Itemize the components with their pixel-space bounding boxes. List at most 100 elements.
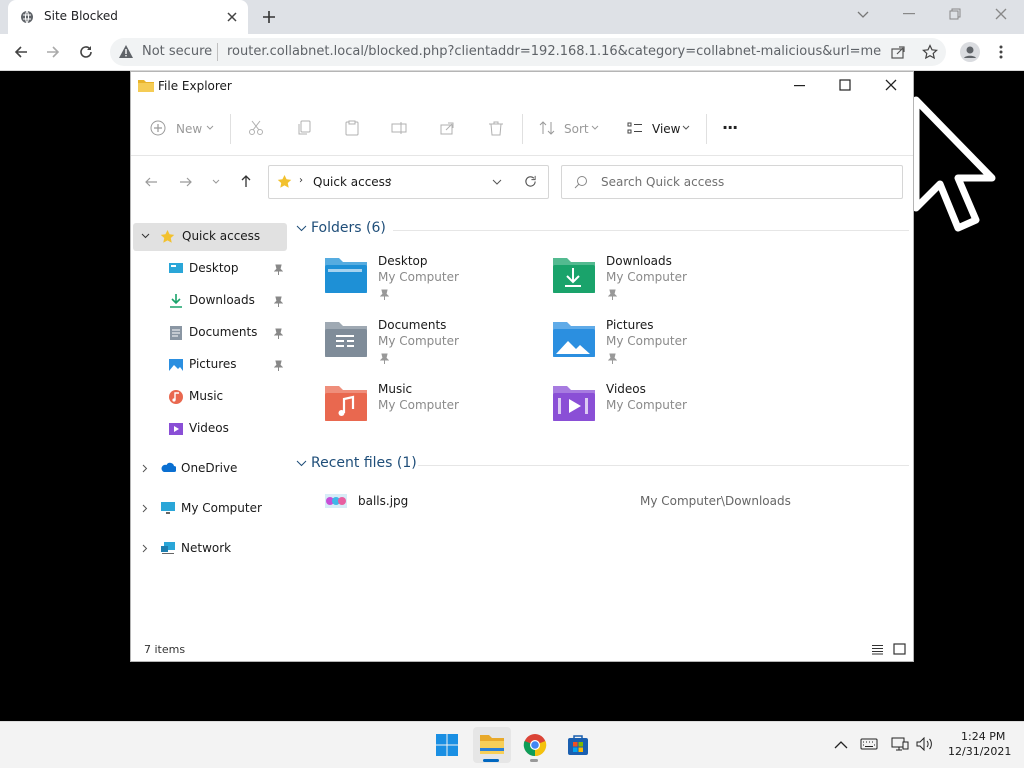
sort-button[interactable]: Sort [564, 122, 589, 136]
close-icon[interactable] [885, 79, 897, 91]
minimize-icon[interactable] [794, 85, 806, 87]
folder-tile-desktop[interactable]: Desktop My Computer [324, 252, 534, 310]
tab-close-icon[interactable] [226, 11, 238, 23]
sidebar-item-label: Desktop [189, 261, 239, 275]
warning-icon[interactable] [118, 44, 134, 59]
window-close-icon[interactable] [995, 8, 1007, 20]
copy-icon[interactable] [297, 120, 313, 136]
pin-icon [274, 328, 283, 339]
back-arrow-icon[interactable] [144, 175, 158, 189]
sidebar-item-desktop[interactable]: Desktop [133, 254, 287, 282]
refresh-icon[interactable] [524, 175, 537, 188]
sidebar-label: Quick access [182, 229, 261, 243]
sort-icon[interactable] [539, 121, 555, 135]
minimize-icon[interactable] [903, 13, 915, 15]
expand-chevron-right-icon[interactable] [142, 504, 148, 513]
folders-header[interactable]: Folders (6) [311, 220, 386, 236]
maximize-icon[interactable] [839, 79, 851, 91]
clock-date[interactable]: 12/31/2021 [948, 745, 1011, 758]
folder-tile-videos[interactable]: Videos My Computer [552, 380, 762, 438]
restore-icon[interactable] [949, 8, 961, 20]
folder-tile-downloads[interactable]: Downloads My Computer [552, 252, 762, 310]
forward-arrow-icon[interactable] [179, 175, 193, 189]
folder-tile-documents[interactable]: Documents My Computer [324, 316, 534, 374]
breadcrumb-quick-access[interactable]: Quick access [313, 175, 391, 189]
expand-chevron-right-icon[interactable] [142, 544, 148, 553]
videos-icon [169, 423, 183, 435]
sidebar-item-my-computer[interactable]: My Computer [181, 501, 262, 515]
recent-file-row[interactable]: balls.jpg My Computer\Downloads [321, 488, 909, 516]
search-placeholder[interactable]: Search Quick access [601, 175, 724, 189]
folder-name: Documents [378, 318, 447, 332]
more-options-button[interactable]: ··· [722, 118, 738, 137]
address-bar[interactable] [268, 165, 549, 199]
desktop-folder-icon [325, 258, 367, 293]
recent-locations-chevron-icon[interactable] [212, 179, 220, 185]
music-folder-icon [325, 386, 367, 421]
volume-icon[interactable] [916, 737, 934, 751]
sidebar-item-pictures[interactable]: Pictures [133, 350, 287, 378]
store-icon[interactable] [566, 733, 590, 757]
menu-kebab-icon[interactable] [998, 44, 1004, 60]
new-plus-icon[interactable] [150, 120, 166, 136]
image-file-thumbnail-icon [325, 494, 347, 508]
bookmark-star-icon[interactable] [922, 44, 938, 60]
sidebar-item-network[interactable]: Network [181, 541, 231, 555]
network-status-icon[interactable] [891, 736, 909, 752]
url-text[interactable]: router.collabnet.local/blocked.php?clien… [227, 44, 882, 59]
profile-avatar-icon[interactable] [959, 41, 981, 63]
sidebar-item-music[interactable]: Music [133, 382, 287, 410]
browser-tab[interactable]: Site Blocked [8, 0, 248, 34]
back-arrow-icon[interactable] [13, 44, 29, 60]
divider [393, 230, 909, 231]
large-icons-view-icon[interactable] [893, 643, 906, 655]
folder-tile-music[interactable]: Music My Computer [324, 380, 534, 438]
paste-icon[interactable] [344, 120, 360, 136]
recent-files-header[interactable]: Recent files (1) [311, 455, 417, 471]
sidebar-item-videos[interactable]: Videos [133, 414, 287, 442]
running-app-indicator [530, 759, 538, 762]
pin-icon [608, 289, 617, 300]
tab-search-icon[interactable] [856, 9, 870, 19]
section-collapse-chevron-icon[interactable] [296, 225, 307, 232]
sidebar-item-onedrive[interactable]: OneDrive [181, 461, 237, 475]
chevron-down-icon [591, 125, 599, 130]
sidebar-item-label: Videos [189, 421, 229, 435]
desktop-icon [169, 263, 183, 273]
expand-chevron-right-icon[interactable] [142, 464, 148, 473]
share-icon[interactable] [439, 120, 455, 136]
new-tab-icon[interactable] [262, 10, 276, 24]
view-button[interactable]: View [652, 122, 680, 136]
reload-icon[interactable] [78, 44, 94, 60]
file-explorer-icon [480, 735, 504, 754]
share-icon[interactable] [890, 44, 906, 60]
clock-time[interactable]: 1:24 PM [961, 730, 1005, 743]
forward-arrow-icon[interactable] [45, 44, 61, 60]
onedrive-cloud-icon [161, 462, 176, 472]
start-windows-icon[interactable] [435, 733, 459, 757]
sidebar-item-label: Pictures [189, 357, 237, 371]
new-button[interactable]: New [176, 122, 202, 136]
active-app-indicator [483, 759, 499, 762]
tray-overflow-chevron-up-icon[interactable] [834, 740, 848, 749]
divider [230, 114, 231, 144]
cut-icon[interactable] [248, 120, 264, 136]
keyboard-icon[interactable] [860, 738, 878, 750]
chevron-down-icon[interactable] [492, 179, 502, 185]
delete-icon[interactable] [488, 120, 504, 136]
tab-title: Site Blocked [44, 9, 118, 23]
chrome-icon[interactable] [523, 733, 547, 757]
sidebar-item-downloads[interactable]: Downloads [133, 286, 287, 314]
view-icon[interactable] [627, 121, 643, 135]
sidebar-item-documents[interactable]: Documents [133, 318, 287, 346]
section-collapse-chevron-icon[interactable] [296, 460, 307, 467]
not-secure-label[interactable]: Not secure [142, 44, 212, 59]
rename-icon[interactable] [391, 120, 407, 136]
up-arrow-icon[interactable] [239, 174, 253, 188]
downloads-folder-icon [553, 258, 595, 293]
folder-tile-pictures[interactable]: Pictures My Computer [552, 316, 762, 374]
recent-file-name: balls.jpg [358, 494, 409, 508]
expand-chevron-down-icon[interactable] [141, 233, 150, 239]
details-view-icon[interactable] [871, 644, 884, 655]
recent-file-path: My Computer\Downloads [640, 494, 791, 508]
